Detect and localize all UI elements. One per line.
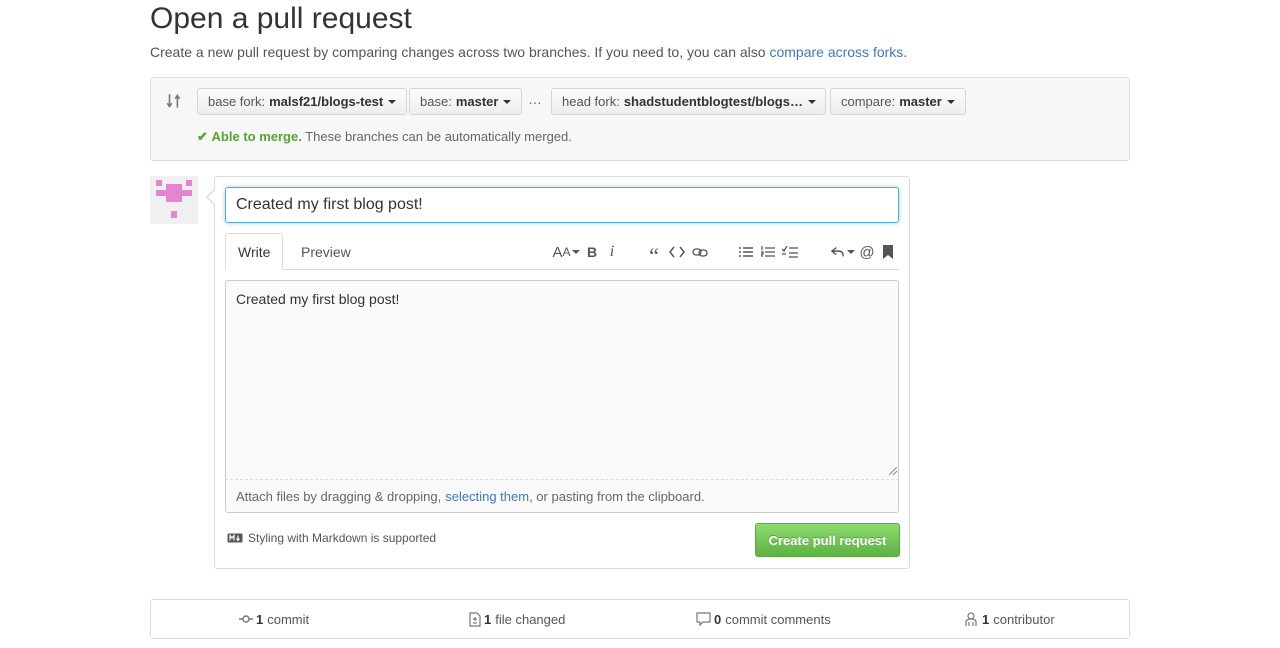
markdown-note[interactable]: Styling with Markdown is supported: [227, 531, 436, 545]
comments-stat[interactable]: 0 commit comments: [696, 600, 831, 638]
comment-icon: [696, 612, 711, 626]
contributors-count: 1: [982, 611, 990, 627]
unordered-list-icon[interactable]: [738, 241, 754, 263]
avatar[interactable]: [150, 176, 198, 224]
body-textarea[interactable]: Created my first blog post!: [225, 280, 899, 480]
page-title: Open a pull request: [150, 2, 412, 35]
commit-icon: [239, 615, 253, 623]
create-pull-request-button[interactable]: Create pull request: [755, 523, 900, 557]
head-fork-select[interactable]: head fork: shadstudentblogtest/blogs…: [551, 88, 826, 115]
markdown-note-text: Styling with Markdown is supported: [248, 531, 437, 545]
subtitle-text: Create a new pull request by comparing c…: [150, 44, 766, 60]
contributors-icon: [965, 611, 977, 626]
base-fork-select[interactable]: base fork: malsf21/blogs-test: [197, 88, 408, 115]
commits-stat[interactable]: 1 commit: [239, 600, 309, 638]
quote-icon[interactable]: “: [645, 241, 663, 268]
attach-files-bar[interactable]: Attach files by dragging & dropping, sel…: [225, 480, 899, 513]
italic-icon[interactable]: i: [605, 241, 619, 263]
files-count: 1: [484, 611, 492, 627]
ordered-list-icon[interactable]: [760, 241, 776, 263]
file-diff-icon: [469, 611, 481, 627]
task-list-icon[interactable]: [781, 241, 799, 263]
merge-status-ok: Able to merge.: [211, 129, 302, 144]
merge-status: ✔ Able to merge. These branches can be a…: [197, 129, 572, 145]
link-icon[interactable]: [691, 241, 709, 263]
base-label: base:: [420, 94, 452, 109]
chevron-down-icon: [388, 99, 397, 104]
base-branch-select[interactable]: base: master: [409, 88, 523, 115]
files-label: file changed: [495, 611, 566, 627]
chevron-down-icon: [807, 99, 816, 104]
attach-suffix: , or pasting from the clipboard.: [529, 488, 705, 504]
comments-count: 0: [714, 611, 722, 627]
comments-label: commit comments: [725, 611, 831, 627]
check-icon: ✔: [197, 129, 208, 144]
merge-status-text: These branches can be automatically merg…: [305, 129, 572, 144]
compare-stats-bar: 1 commit 1 file changed 0 commit comment…: [150, 599, 1130, 639]
reply-icon[interactable]: [831, 241, 855, 263]
range-separator: …: [528, 91, 542, 107]
bold-icon[interactable]: B: [584, 241, 600, 263]
markdown-icon: [227, 533, 243, 543]
base-fork-label: base fork:: [208, 94, 266, 109]
code-icon[interactable]: [668, 241, 686, 263]
head-fork-value: shadstudentblogtest/blogs…: [623, 94, 803, 109]
commits-count: 1: [256, 611, 264, 627]
contributors-stat[interactable]: 1 contributor: [963, 600, 1055, 638]
head-fork-label: head fork:: [562, 94, 620, 109]
contributors-label: contributor: [993, 611, 1055, 627]
base-value: master: [455, 94, 499, 109]
commits-label: commit: [267, 611, 310, 627]
tab-divider: [225, 269, 899, 270]
compare-arrows-icon: [166, 93, 181, 109]
page-subtitle: Create a new pull request by comparing c…: [150, 44, 907, 60]
compare-branch-select[interactable]: compare: master: [830, 88, 966, 115]
title-input[interactable]: [225, 187, 899, 223]
base-fork-value: malsf21/blogs-test: [269, 94, 384, 109]
files-stat[interactable]: 1 file changed: [469, 600, 565, 638]
bookmark-icon[interactable]: [881, 241, 895, 263]
compare-value: master: [899, 94, 942, 109]
resize-grip-icon[interactable]: [889, 467, 897, 475]
chevron-down-icon: [503, 99, 512, 104]
tab-write[interactable]: Write: [225, 233, 284, 270]
tab-preview[interactable]: Preview: [289, 233, 363, 270]
mention-icon[interactable]: @: [859, 241, 875, 263]
pull-request-form: Write Preview AA B i “ @ Created my firs…: [206, 176, 910, 569]
attach-prefix: Attach files by dragging & dropping,: [236, 488, 442, 504]
subtitle-end: .: [903, 44, 908, 60]
selecting-them-link[interactable]: selecting them: [445, 489, 529, 504]
branch-range-editor: base fork: malsf21/blogs-test base: mast…: [150, 77, 1130, 161]
compare-across-forks-link[interactable]: compare across forks: [769, 44, 903, 60]
text-size-icon[interactable]: AA: [552, 241, 580, 263]
chevron-down-icon: [946, 99, 955, 104]
compare-label: compare:: [841, 94, 896, 109]
